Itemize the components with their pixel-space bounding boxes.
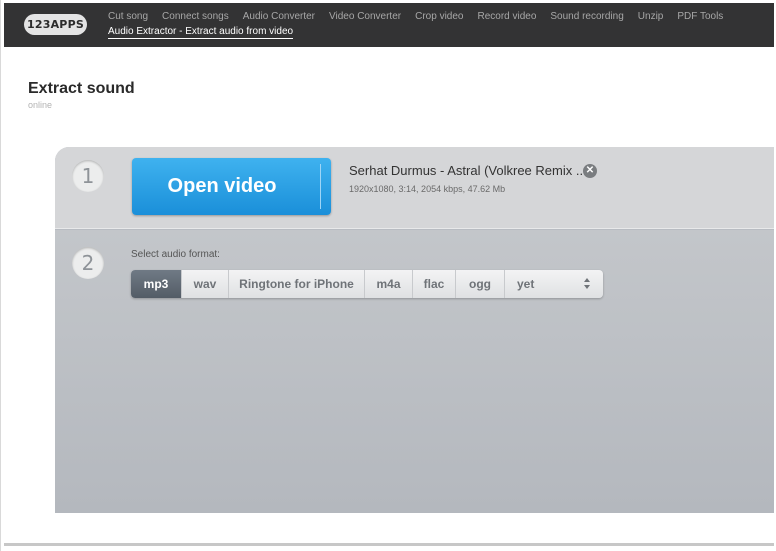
step-2-number: 2 [72, 247, 104, 279]
nav-item-video-converter[interactable]: Video Converter [329, 11, 401, 22]
open-video-label: Open video [167, 175, 277, 197]
close-circle-icon[interactable]: ✕ [583, 164, 597, 178]
button-divider [320, 164, 321, 209]
file-meta: 1920x1080, 3:14, 2054 kbps, 47.62 Mb [349, 184, 506, 194]
nav-item-pdf-tools[interactable]: PDF Tools [677, 11, 723, 22]
page-title: Extract sound [28, 80, 135, 97]
select-arrows-icon [584, 278, 591, 290]
extract-panel: 1 Open video Serhat Durmus - Astral (Vol… [55, 147, 774, 513]
page-subtitle: online [28, 100, 53, 110]
format-option-wav[interactable]: wav [182, 270, 229, 298]
format-label: Select audio format: [131, 249, 220, 260]
nav-item-connect-songs[interactable]: Connect songs [162, 11, 229, 22]
format-selector: mp3 wav Ringtone for iPhone m4a flac ogg… [131, 270, 603, 298]
nav-item-audio-converter[interactable]: Audio Converter [243, 11, 315, 22]
format-option-ringtone[interactable]: Ringtone for iPhone [229, 270, 365, 298]
bottom-divider [4, 543, 774, 546]
app-frame: 123APPS Cut song Connect songs Audio Con… [0, 0, 776, 551]
more-formats-select[interactable]: yet [505, 270, 603, 298]
nav-item-sound-recording[interactable]: Sound recording [550, 11, 623, 22]
nav-item-crop-video[interactable]: Crop video [415, 11, 463, 22]
format-option-flac[interactable]: flac [413, 270, 456, 298]
nav-menu: Cut song Connect songs Audio Converter V… [108, 11, 728, 39]
nav-item-record-video[interactable]: Record video [477, 11, 536, 22]
step-1-number: 1 [72, 160, 104, 192]
logo[interactable]: 123APPS [24, 14, 87, 35]
nav-item-unzip[interactable]: Unzip [638, 11, 664, 22]
nav-item-audio-extractor[interactable]: Audio Extractor - Extract audio from vid… [108, 26, 294, 39]
format-option-mp3[interactable]: mp3 [131, 270, 182, 298]
step-1-section: 1 Open video Serhat Durmus - Astral (Vol… [55, 147, 774, 229]
open-video-button[interactable]: Open video [132, 158, 331, 215]
format-option-ogg[interactable]: ogg [456, 270, 505, 298]
file-name: Serhat Durmus - Astral (Volkree Remix ..… [349, 163, 587, 178]
more-formats-value: yet [517, 277, 535, 291]
nav-item-cut-song[interactable]: Cut song [108, 11, 148, 22]
format-option-m4a[interactable]: m4a [365, 270, 413, 298]
top-navigation-bar: 123APPS Cut song Connect songs Audio Con… [4, 3, 774, 47]
